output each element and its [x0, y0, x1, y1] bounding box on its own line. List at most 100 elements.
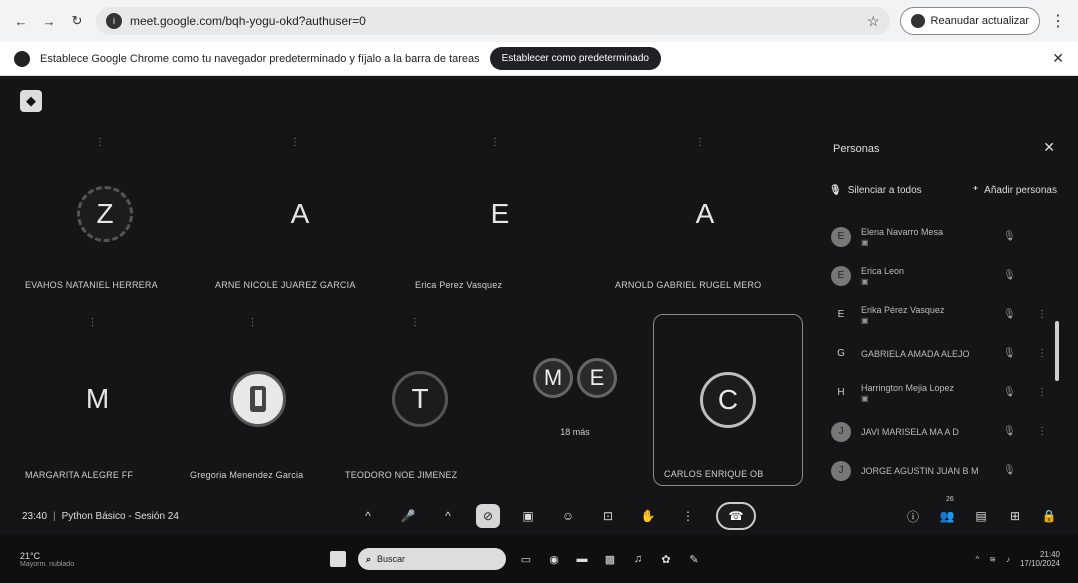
chrome-icon	[14, 50, 30, 67]
participant-tile[interactable]: ⋮ Z EVAHOS NATANIEL HERRERA	[15, 131, 195, 296]
list-item[interactable]: E Erika Pérez Vasquez ▣ 🎙 ⋮	[831, 295, 1051, 334]
app-icon[interactable]: ✿	[658, 551, 674, 567]
store-icon[interactable]: ▩	[602, 551, 618, 567]
task-view-icon[interactable]: ▭	[518, 551, 534, 567]
address-bar[interactable]: i meet.google.com/bqh-yogu-okd?authuser=…	[96, 7, 890, 35]
list-item[interactable]: E Erica Leon ▣ 🎙	[831, 256, 1051, 295]
browser-toolbar: ← → ↻ i meet.google.com/bqh-yogu-okd?aut…	[0, 0, 1078, 42]
participant-tile[interactable]: ⋮ E Erica Perez Vasquez	[405, 131, 595, 296]
avatar: E	[831, 226, 851, 247]
list-item[interactable]: J JAVI MARISELA MA A D 🎙 ⋮	[831, 412, 1051, 451]
back-icon[interactable]: ←	[12, 12, 30, 30]
list-item[interactable]: J JORGE AGUSTIN JUAN B M 🎙	[831, 451, 1051, 490]
more-options-icon[interactable]: ⋮	[1037, 309, 1051, 320]
person-name: Elena Navarro Mesa ▣	[861, 227, 993, 247]
profile-chip[interactable]: Reanudar actualizar	[899, 7, 1040, 35]
clock-time: 21:40	[1039, 550, 1060, 559]
mic-off-icon[interactable]: 🎙	[1003, 270, 1027, 281]
mute-all-button[interactable]: 🎙 Silenciar a todos	[829, 185, 922, 196]
list-item[interactable]: G GABRIELA AMADA ALEJO 🎙 ⋮	[831, 334, 1051, 373]
bookmark-star-icon[interactable]: ☆	[867, 13, 880, 30]
participant-name: ARNE NICOLE JUAREZ GARCIA	[215, 280, 356, 290]
chrome-taskbar-icon[interactable]: ◉	[546, 551, 562, 567]
person-name: JORGE AGUSTIN JUAN B M	[861, 465, 979, 476]
host-controls-icon[interactable]: 🔒	[1040, 504, 1058, 528]
add-people-button[interactable]: ⁺ Añadir personas	[973, 185, 1057, 196]
present-screen-icon[interactable]: ⊡	[596, 504, 620, 528]
camera-off-icon[interactable]: ⊘	[476, 504, 500, 528]
panel-title: Personas	[833, 143, 880, 155]
mic-off-icon[interactable]: 🎙	[1003, 231, 1027, 242]
participant-name: CARLOS ENRIQUE OB	[664, 469, 764, 479]
participant-avatar: M	[533, 357, 573, 398]
emoji-icon[interactable]: ☺	[556, 504, 580, 528]
app-icon[interactable]: ♫	[630, 551, 646, 567]
presentation-icon: ▣	[861, 276, 869, 286]
mic-off-icon[interactable]: 🎙	[1003, 348, 1027, 359]
participant-name: EVAHOS NATANIEL HERRERA	[25, 280, 158, 290]
weather-description: Mayorm. nublado	[20, 560, 75, 568]
tray-chevron-icon[interactable]: ^	[975, 555, 979, 564]
mic-icon[interactable]: 🎤	[396, 504, 420, 528]
more-options-icon[interactable]: ⋮	[1037, 348, 1051, 359]
participant-avatar: E	[490, 197, 510, 229]
participant-tile[interactable]: ⋮ M MARGARITA ALEGRE FF	[15, 311, 180, 486]
close-icon[interactable]: ✕	[1043, 139, 1055, 156]
mic-off-icon[interactable]: 🎙	[1003, 426, 1027, 437]
search-icon: ⌕	[366, 553, 372, 564]
close-icon[interactable]: ✕	[1052, 50, 1064, 67]
url-text[interactable]: meet.google.com/bqh-yogu-okd?authuser=0	[130, 14, 859, 28]
meeting-title: Python Básico - Sesión 24	[61, 510, 179, 522]
mute-all-label: Silenciar a todos	[847, 185, 922, 196]
active-speaker-tile[interactable]: C CARLOS ENRIQUE OB	[653, 314, 803, 486]
forward-icon[interactable]: →	[40, 12, 58, 30]
taskbar-search[interactable]: ⌕ Buscar	[358, 548, 506, 570]
mic-options-chevron-icon[interactable]: ^	[356, 504, 380, 528]
reload-icon[interactable]: ↻	[68, 12, 86, 30]
clock[interactable]: 21:40 17/10/2024	[1020, 550, 1060, 568]
participant-tile[interactable]: ⋮ T TEODORO NOE JIMENEZ	[335, 311, 505, 486]
avatar: E	[831, 265, 851, 286]
volume-icon[interactable]: ♪	[1006, 555, 1010, 564]
site-info-icon[interactable]: i	[106, 13, 122, 29]
participant-name: ARNOLD GABRIEL RUGEL MERO	[615, 280, 762, 290]
set-default-button[interactable]: Establecer como predeterminado	[489, 47, 661, 70]
side-controls: ⓘ 👥 26 ▤ ⊞ 🔒	[904, 496, 1058, 536]
others-tile[interactable]: M E 18 más	[505, 311, 645, 486]
participant-name: MARGARITA ALEGRE FF	[25, 470, 134, 480]
people-panel: Personas ✕ 🎙 Silenciar a todos ⁺ Añadir pe…	[815, 121, 1071, 511]
leave-call-button[interactable]: ☎	[716, 502, 756, 530]
app-icon[interactable]: ✎	[686, 551, 702, 567]
people-icon[interactable]: 👥 26	[938, 496, 956, 528]
more-options-icon[interactable]: ⋮	[1037, 426, 1051, 437]
avatar: G	[837, 348, 845, 359]
menu-icon[interactable]: ⋮	[1050, 11, 1066, 31]
file-explorer-icon[interactable]: ▬	[574, 551, 590, 567]
mic-off-icon[interactable]: 🎙	[1003, 465, 1027, 476]
camera-options-chevron-icon[interactable]: ^	[436, 504, 460, 528]
participant-avatar: A	[695, 197, 715, 229]
mic-off-icon[interactable]: 🎙	[1003, 309, 1027, 320]
captions-icon[interactable]: ▣	[516, 504, 540, 528]
panel-scrollbar[interactable]	[1055, 321, 1059, 381]
info-icon[interactable]: ⓘ	[904, 504, 922, 528]
more-options-icon[interactable]: ⋮	[1037, 387, 1051, 398]
separator: |	[53, 510, 56, 522]
list-item[interactable]: E Elena Navarro Mesa ▣ 🎙	[831, 217, 1051, 256]
profile-label: Reanudar actualizar	[930, 15, 1029, 27]
wifi-icon[interactable]: ≋	[989, 555, 996, 564]
participant-tile[interactable]: ⋮ A ARNOLD GABRIEL RUGEL MERO	[605, 131, 805, 296]
list-item[interactable]: H Harrington Mejia Lopez ▣ 🎙 ⋮	[831, 373, 1051, 412]
mic-off-icon[interactable]: 🎙	[1003, 387, 1027, 398]
activities-icon[interactable]: ⊞	[1006, 504, 1024, 528]
windows-start-icon[interactable]	[330, 551, 346, 567]
participant-tile[interactable]: ⋮ Gregoria Menendez Garcia	[180, 311, 335, 486]
weather-widget[interactable]: 21°C Mayorm. nublado	[20, 551, 140, 568]
avatar: H	[837, 387, 845, 398]
participant-tile[interactable]: ⋮ A ARNE NICOLE JUAREZ GARCIA	[205, 131, 395, 296]
avatar: J	[831, 460, 851, 481]
raise-hand-icon[interactable]: ✋	[636, 504, 660, 528]
participant-avatar: T	[392, 370, 448, 427]
chat-icon[interactable]: ▤	[972, 504, 990, 528]
more-options-icon[interactable]: ⋮	[676, 504, 700, 528]
